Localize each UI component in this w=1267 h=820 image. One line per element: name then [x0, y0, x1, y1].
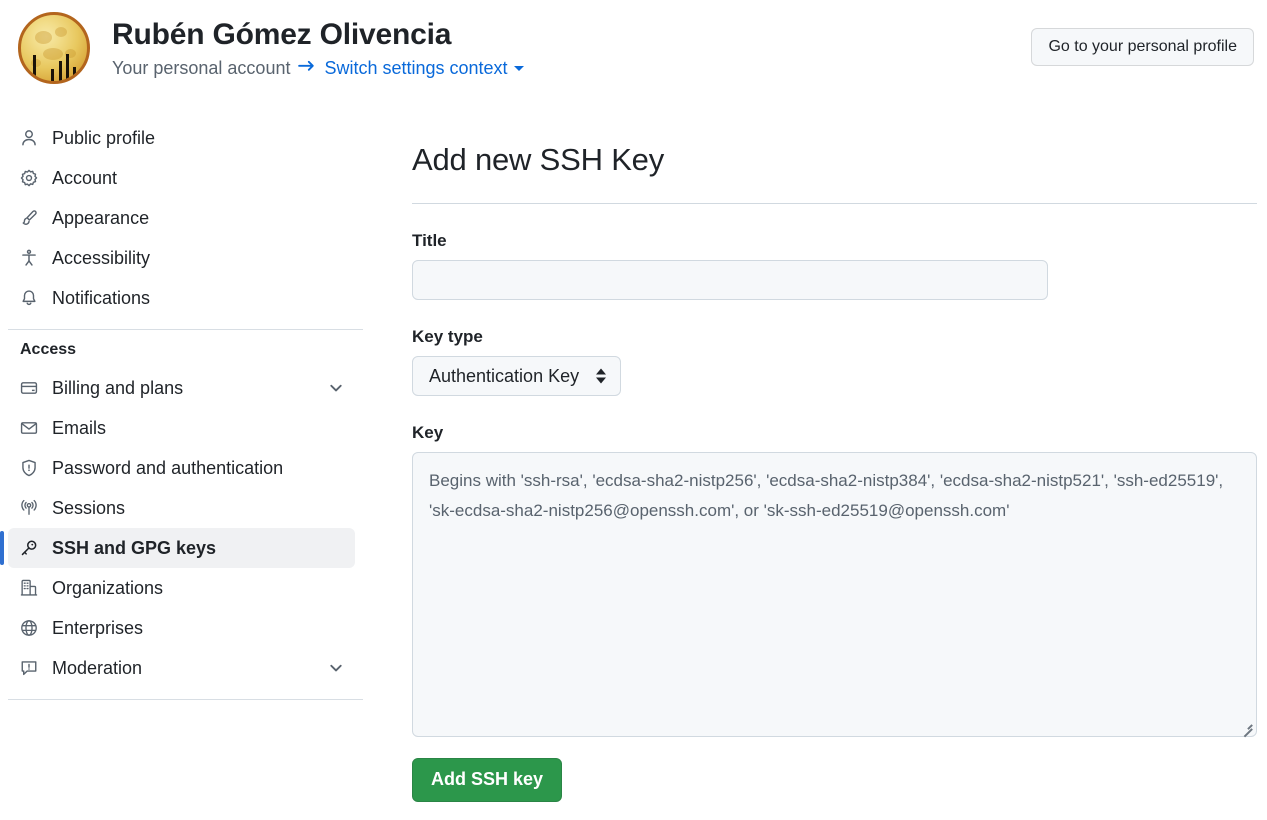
sidebar-item-label: Password and authentication [52, 457, 284, 478]
page-title: Add new SSH Key [412, 141, 665, 177]
bell-icon [20, 289, 38, 307]
account-subtitle: Your personal account Switch settings co… [112, 55, 524, 81]
key-icon [20, 539, 38, 557]
sidebar-item-emails[interactable]: Emails [8, 408, 355, 448]
switch-arrows-icon [296, 58, 316, 78]
sidebar-item-label: Billing and plans [52, 377, 184, 398]
sidebar-item-label: SSH and GPG keys [52, 537, 217, 558]
gear-icon [20, 169, 38, 187]
key-textarea[interactable] [412, 451, 1257, 737]
settings-page: Rubén Gómez Olivencia Your personal acco… [0, 0, 1267, 820]
sidebar-item-label: Organizations [52, 577, 164, 598]
go-to-personal-profile-button[interactable]: Go to your personal profile [1031, 28, 1254, 66]
sidebar-item-appearance[interactable]: Appearance [8, 198, 355, 238]
page-header: Rubén Gómez Olivencia Your personal acco… [0, 0, 1267, 96]
key-type-select[interactable]: Authentication Key Signing Key [412, 355, 621, 396]
switch-settings-context-link[interactable]: Switch settings context [324, 55, 507, 81]
title-input[interactable] [412, 259, 1048, 300]
sidebar-item-enterprises[interactable]: Enterprises [8, 608, 355, 648]
key-textarea-wrapper [412, 451, 1257, 738]
sidebar-item-label: Account [52, 167, 118, 188]
sidebar-divider-bottom [8, 699, 363, 700]
sidebar-item-label: Moderation [52, 657, 143, 678]
sidebar-item-billing-and-plans[interactable]: Billing and plans [8, 368, 355, 408]
broadcast-icon [20, 499, 38, 517]
mail-icon [20, 419, 38, 437]
organization-icon [20, 579, 38, 597]
sidebar-section-access: Access [20, 341, 77, 358]
sidebar-item-moderation[interactable]: Moderation [8, 648, 355, 688]
title-field-label: Title [412, 230, 447, 250]
sidebar-item-label: Accessibility [52, 247, 151, 268]
key-field-label: Key [412, 422, 444, 442]
sidebar-item-sessions[interactable]: Sessions [8, 488, 355, 528]
sidebar-item-accessibility[interactable]: Accessibility [8, 238, 355, 278]
sidebar-item-label: Emails [52, 417, 107, 438]
add-ssh-key-button[interactable]: Add SSH key [412, 757, 563, 802]
main-content: Add new SSH Key Title Key type Authentic… [412, 118, 1257, 802]
sidebar-item-label: Sessions [52, 497, 126, 518]
key-type-field-label: Key type [412, 326, 483, 346]
sidebar-item-label: Enterprises [52, 617, 144, 638]
chevron-down-icon[interactable] [327, 659, 345, 677]
report-icon [20, 659, 38, 677]
sidebar-item-label: Notifications [52, 287, 151, 308]
title-divider [412, 202, 1257, 204]
globe-icon [20, 619, 38, 637]
sidebar-item-password-and-authentication[interactable]: Password and authentication [8, 448, 355, 488]
avatar[interactable] [18, 12, 90, 84]
key-type-select-wrapper: Authentication Key Signing Key [412, 355, 621, 396]
sidebar-item-notifications[interactable]: Notifications [8, 278, 355, 318]
personal-account-label: Your personal account [112, 58, 291, 78]
chevron-down-icon[interactable] [513, 65, 524, 71]
accessibility-icon [20, 249, 38, 267]
sidebar-item-label: Appearance [52, 207, 150, 228]
person-icon [20, 129, 38, 147]
sidebar-item-ssh-and-gpg-keys[interactable]: SSH and GPG keys [0, 528, 355, 568]
account-name: Rubén Gómez Olivencia [112, 18, 452, 51]
sidebar-item-label: Public profile [52, 127, 156, 148]
sidebar-item-organizations[interactable]: Organizations [8, 568, 355, 608]
sidebar-divider-top [8, 329, 363, 330]
credit-card-icon [20, 379, 38, 397]
settings-sidebar: Public profile Account Appearance Access… [0, 118, 380, 711]
sidebar-item-account[interactable]: Account [8, 158, 355, 198]
chevron-down-icon[interactable] [327, 379, 345, 397]
paintbrush-icon [20, 209, 38, 227]
sidebar-item-public-profile[interactable]: Public profile [8, 118, 355, 158]
shield-lock-icon [20, 459, 38, 477]
